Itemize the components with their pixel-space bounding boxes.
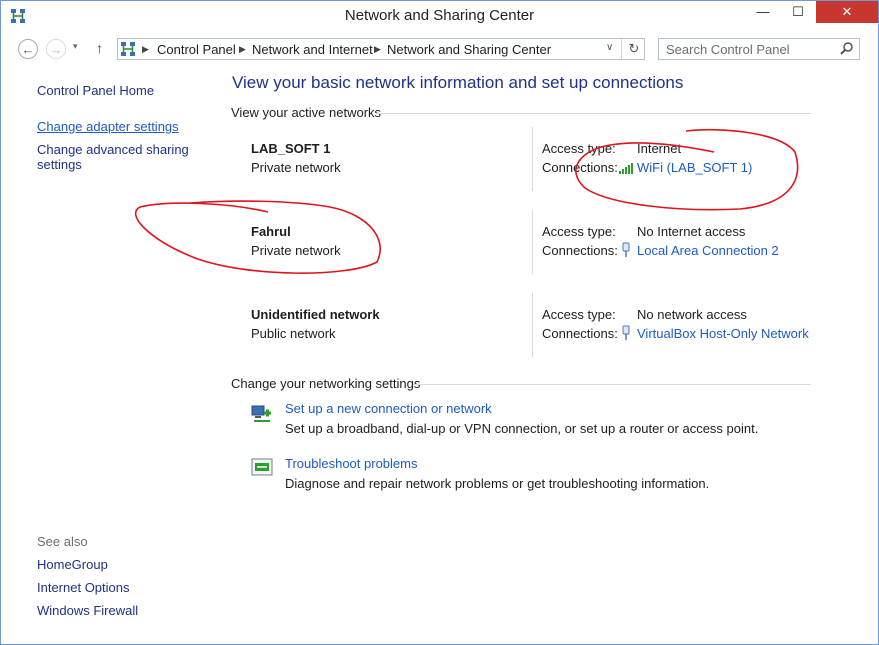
see-also-heading: See also xyxy=(37,534,88,549)
divider xyxy=(375,113,811,114)
control-panel-home-link[interactable]: Control Panel Home xyxy=(37,83,154,98)
change-settings-heading: Change your networking settings xyxy=(231,376,421,391)
network-type[interactable]: Public network xyxy=(251,326,336,341)
access-type-label: Access type: xyxy=(542,141,616,156)
navigation-bar: ← → ▾ ↑ ▶ Control Panel ▶ Network and In… xyxy=(1,33,878,65)
divider xyxy=(532,127,533,191)
refresh-button[interactable]: ↻ xyxy=(621,39,646,59)
troubleshoot-description: Diagnose and repair network problems or … xyxy=(285,476,710,491)
divider xyxy=(532,210,533,274)
active-networks-heading: View your active networks xyxy=(231,105,382,120)
breadcrumb-control-panel[interactable]: Control Panel xyxy=(157,42,236,57)
connections-label: Connections: xyxy=(542,243,618,258)
change-adapter-settings-link[interactable]: Change adapter settings xyxy=(37,119,179,134)
access-type-value: Internet xyxy=(637,141,682,156)
setup-connection-description: Set up a broadband, dial-up or VPN conne… xyxy=(285,421,759,436)
network-name: Unidentified network xyxy=(251,307,380,322)
chevron-right-icon[interactable]: ▶ xyxy=(374,44,381,55)
breadcrumb-network-sharing-center[interactable]: Network and Sharing Center xyxy=(387,42,551,57)
chevron-down-icon[interactable]: ∨ xyxy=(606,42,613,53)
forward-button[interactable]: → xyxy=(46,39,66,59)
troubleshoot-icon xyxy=(251,458,273,476)
search-icon[interactable] xyxy=(839,41,855,57)
close-button[interactable]: ✕ xyxy=(816,1,878,23)
windows-firewall-link[interactable]: Windows Firewall xyxy=(37,603,138,618)
access-type-value: No network access xyxy=(637,307,747,322)
virtualbox-connection-link[interactable]: VirtualBox Host-Only Network xyxy=(637,326,809,341)
change-advanced-sharing-link[interactable]: Change advanced sharing xyxy=(37,142,189,157)
wifi-signal-icon xyxy=(619,163,633,174)
page-title: View your basic network information and … xyxy=(232,73,684,92)
network-name: Fahrul xyxy=(251,224,291,239)
connections-label: Connections: xyxy=(542,160,618,175)
chevron-right-icon[interactable]: ▶ xyxy=(142,44,149,55)
connections-label: Connections: xyxy=(542,326,618,341)
wifi-connection-link[interactable]: WiFi (LAB_SOFT 1) xyxy=(637,160,752,175)
change-advanced-sharing-link-line2[interactable]: settings xyxy=(37,157,82,172)
homegroup-link[interactable]: HomeGroup xyxy=(37,557,108,572)
title-bar: Network and Sharing Center — ☐ ✕ xyxy=(1,1,878,31)
search-box[interactable]: Search Control Panel xyxy=(658,38,860,60)
control-panel-icon xyxy=(121,42,135,56)
access-type-value: No Internet access xyxy=(637,224,746,239)
troubleshoot-problems-link[interactable]: Troubleshoot problems xyxy=(285,456,417,471)
network-name: LAB_SOFT 1 xyxy=(251,141,331,156)
back-button[interactable]: ← xyxy=(18,39,38,59)
access-type-label: Access type: xyxy=(542,224,616,239)
address-bar[interactable]: ▶ Control Panel ▶ Network and Internet ▶… xyxy=(117,38,645,60)
maximize-button[interactable]: ☐ xyxy=(781,1,815,23)
network-type[interactable]: Private network xyxy=(251,243,341,258)
up-button[interactable]: ↑ xyxy=(96,40,103,56)
access-type-label: Access type: xyxy=(542,307,616,322)
minimize-button[interactable]: — xyxy=(746,1,780,23)
ethernet-icon xyxy=(622,325,630,340)
chevron-right-icon[interactable]: ▶ xyxy=(239,44,246,55)
setup-connection-link[interactable]: Set up a new connection or network xyxy=(285,401,492,416)
divider xyxy=(413,384,811,385)
recent-locations-icon[interactable]: ▾ xyxy=(73,41,78,52)
network-type[interactable]: Private network xyxy=(251,160,341,175)
new-connection-icon xyxy=(251,405,271,422)
window: Network and Sharing Center — ☐ ✕ ← → ▾ ↑… xyxy=(0,0,879,645)
ethernet-icon xyxy=(622,242,630,257)
search-input[interactable]: Search Control Panel xyxy=(666,42,790,57)
local-area-connection-link[interactable]: Local Area Connection 2 xyxy=(637,243,779,258)
divider xyxy=(532,293,533,357)
internet-options-link[interactable]: Internet Options xyxy=(37,580,130,595)
breadcrumb-network-and-internet[interactable]: Network and Internet xyxy=(252,42,373,57)
